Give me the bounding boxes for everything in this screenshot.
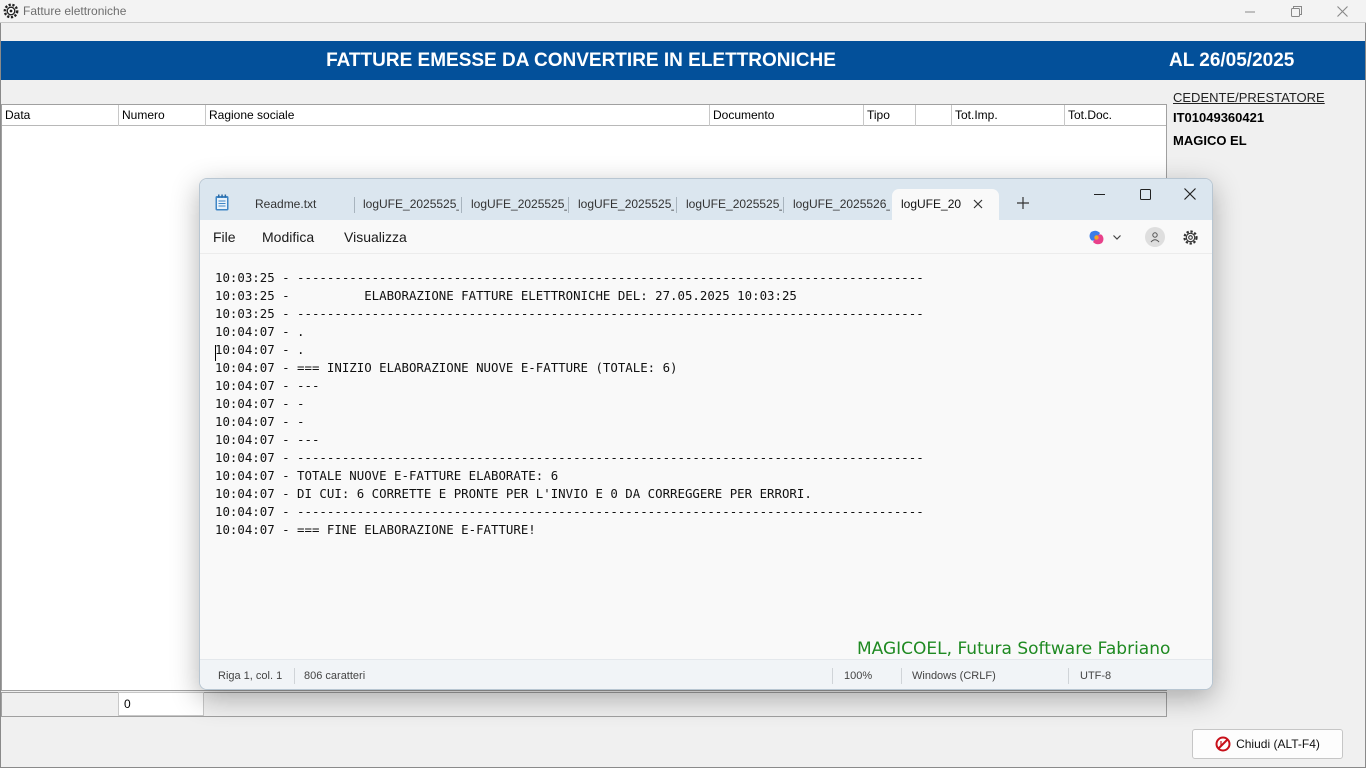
close-circle-icon	[1215, 736, 1231, 752]
log-line: 10:04:07 - -----------------------------…	[215, 450, 924, 465]
column-header-tipo[interactable]: Tipo	[864, 105, 916, 126]
column-header-blank[interactable]	[916, 105, 952, 126]
status-zoom[interactable]: 100%	[844, 660, 872, 689]
minimize-icon	[1245, 11, 1255, 12]
copilot-button[interactable]	[1088, 227, 1126, 247]
log-line: 10:04:07 - TOTALE NUOVE E-FATTURE ELABOR…	[215, 468, 559, 483]
notepad-minimize-button[interactable]	[1076, 179, 1122, 209]
status-separator	[832, 668, 833, 684]
close-button[interactable]	[1319, 0, 1365, 23]
chiudi-button-label: Chiudi (ALT-F4)	[1236, 737, 1320, 751]
column-header-tot-doc[interactable]: Tot.Doc.	[1065, 105, 1166, 126]
watermark-text: MAGICOEL, Futura Software Fabriano	[857, 639, 1171, 659]
gear-icon	[1182, 229, 1198, 245]
tab-readme[interactable]: Readme.txt	[244, 190, 354, 220]
log-line: 10:04:07 - -----------------------------…	[215, 504, 924, 519]
menu-modifica[interactable]: Modifica	[262, 220, 314, 254]
log-line: 10:03:25 - -----------------------------…	[215, 306, 924, 321]
record-count-field: 0	[118, 692, 204, 716]
chevron-down-icon	[1113, 235, 1121, 240]
notepad-maximize-button[interactable]	[1122, 179, 1168, 209]
copilot-icon	[1089, 230, 1104, 244]
grid-header: Data Numero Ragione sociale Documento Ti…	[2, 105, 1166, 126]
log-line: 10:04:07 - === FINE ELABORAZIONE E-FATTU…	[215, 522, 536, 537]
column-header-documento[interactable]: Documento	[710, 105, 864, 126]
notepad-window[interactable]: Readme.txt logUFE_2025525_ logUFE_202552…	[199, 178, 1213, 690]
log-text: 10:03:25 - -----------------------------…	[215, 269, 924, 539]
account-button[interactable]	[1145, 227, 1165, 247]
tab-log-1[interactable]: logUFE_2025525_	[352, 190, 459, 220]
column-header-tot-imp[interactable]: Tot.Imp.	[952, 105, 1065, 126]
log-line: 10:04:07 - === INIZIO ELABORAZIONE NUOVE…	[215, 360, 678, 375]
log-line: 10:03:25 - -----------------------------…	[215, 270, 924, 285]
close-icon	[1336, 6, 1348, 17]
status-encoding[interactable]: UTF-8	[1080, 660, 1111, 689]
settings-button[interactable]	[1180, 227, 1200, 247]
log-line: 10:04:07 - DI CUI: 6 CORRETTE E PRONTE P…	[215, 486, 812, 501]
plus-icon[interactable]	[1015, 195, 1031, 211]
log-line: 10:04:07 - .	[215, 342, 305, 357]
gear-icon	[3, 3, 19, 19]
log-line: 10:04:07 - -	[215, 396, 305, 411]
header-bar: FATTURE EMESSE DA CONVERTIRE IN ELETTRON…	[1, 41, 1365, 80]
text-editor[interactable]: 10:03:25 - -----------------------------…	[200, 254, 1212, 659]
close-icon[interactable]	[971, 197, 985, 211]
tab-active-label: logUFE_20	[901, 197, 962, 211]
status-separator	[901, 668, 902, 684]
menu-visualizza[interactable]: Visualizza	[344, 220, 407, 254]
tab-log-5[interactable]: logUFE_2025526_	[782, 190, 890, 220]
log-line: 10:03:25 - ELABORAZIONE FATTURE ELETTRON…	[215, 288, 797, 303]
log-line: 10:04:07 - ---	[215, 432, 320, 447]
text-caret	[215, 345, 216, 361]
notepad-tab-bar: Readme.txt logUFE_2025525_ logUFE_202552…	[200, 179, 1212, 220]
app-titlebar: Fatture elettroniche	[0, 0, 1366, 23]
minimize-button[interactable]	[1227, 0, 1273, 23]
status-cursor-position: Riga 1, col. 1	[218, 670, 283, 682]
tab-log-3[interactable]: logUFE_2025525_	[567, 190, 674, 220]
page-title: FATTURE EMESSE DA CONVERTIRE IN ELETTRON…	[326, 50, 836, 71]
status-separator	[294, 668, 295, 684]
notepad-menu-bar: File Modifica Visualizza	[200, 220, 1212, 254]
log-line: 10:04:07 - .	[215, 324, 305, 339]
tab-active[interactable]: logUFE_20	[892, 189, 999, 220]
close-icon	[1184, 188, 1196, 200]
log-line: 10:04:07 - -	[215, 414, 305, 429]
column-header-ragione-sociale[interactable]: Ragione sociale	[206, 105, 710, 126]
header-date: AL 26/05/2025	[1169, 50, 1295, 71]
restore-icon	[1290, 6, 1302, 17]
restore-button[interactable]	[1273, 0, 1319, 23]
column-header-numero[interactable]: Numero	[119, 105, 206, 126]
app-title: Fatture elettroniche	[23, 4, 127, 18]
cedente-label: CEDENTE/PRESTATORE	[1173, 90, 1325, 105]
cedente-vat-number: IT01049360421	[1173, 110, 1265, 125]
status-separator	[1068, 668, 1069, 684]
column-header-data[interactable]: Data	[2, 105, 119, 126]
tab-log-4[interactable]: logUFE_2025525_	[675, 190, 782, 220]
notepad-close-button[interactable]	[1167, 179, 1212, 209]
menu-file[interactable]: File	[213, 220, 236, 254]
cedente-name: MAGICO EL	[1173, 133, 1247, 148]
log-line: 10:04:07 - ---	[215, 378, 320, 393]
chiudi-button[interactable]: Chiudi (ALT-F4)	[1192, 729, 1343, 759]
status-char-count: 806 caratteri	[304, 670, 366, 682]
maximize-icon	[1139, 188, 1151, 200]
tab-log-2[interactable]: logUFE_2025525_	[460, 190, 567, 220]
minimize-icon	[1093, 193, 1105, 195]
notepad-status-bar: Riga 1, col. 1 806 caratteri 100% Window…	[200, 659, 1212, 689]
account-icon	[1150, 232, 1160, 243]
status-line-ending[interactable]: Windows (CRLF)	[912, 660, 996, 689]
notepad-icon	[215, 194, 229, 211]
